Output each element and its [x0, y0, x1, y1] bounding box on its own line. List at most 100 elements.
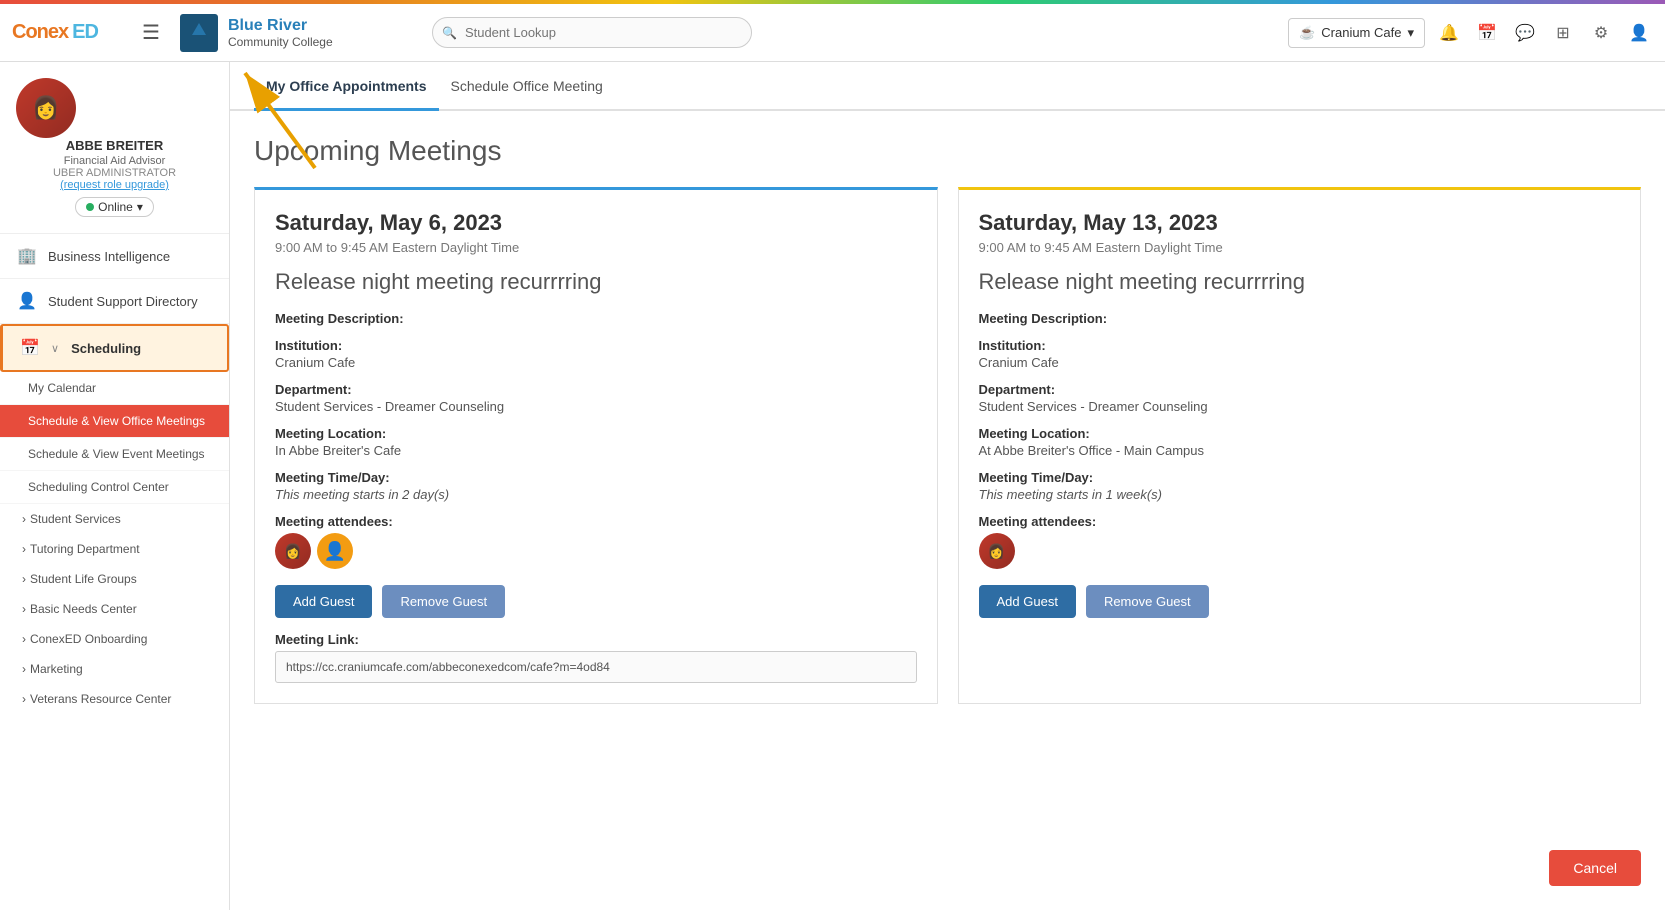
meeting-1-attendees-label: Meeting attendees: [275, 514, 917, 529]
subsection-student-services[interactable]: › Student Services [0, 504, 229, 534]
main-content: My Office Appointments Schedule Office M… [230, 62, 1665, 910]
avatar: 👩 [16, 78, 76, 138]
meeting-card-2: Saturday, May 13, 2023 9:00 AM to 9:45 A… [958, 187, 1642, 704]
college-name: Blue River Community College [228, 16, 333, 50]
meeting-1-department-label: Department: [275, 382, 917, 397]
sidebar-item-business-intelligence[interactable]: 🏢 Business Intelligence [0, 234, 229, 279]
profile-admin: UBER ADMINISTRATOR [16, 167, 213, 179]
conexed-logo: ConexED [12, 21, 122, 44]
cranium-cafe-button[interactable]: ☕ Cranium Cafe ▾ [1288, 18, 1425, 48]
sidebar-item-label-scheduling: Scheduling [71, 341, 141, 356]
notifications-icon[interactable]: 🔔 [1435, 19, 1463, 47]
meeting-1-link-section: Meeting Link: [275, 632, 917, 683]
meeting-1-timday-value: This meeting starts in 2 day(s) [275, 487, 917, 502]
meeting-2-department-label: Department: [979, 382, 1621, 397]
subsection-tutoring-dept[interactable]: › Tutoring Department [0, 534, 229, 564]
meeting-2-department-value: Student Services - Dreamer Counseling [979, 399, 1621, 414]
attendee-avatar-1: 👩 [275, 533, 311, 569]
meeting-1-timday-label: Meeting Time/Day: [275, 470, 917, 485]
meeting-1-title: Release night meeting recurrrring [275, 269, 917, 295]
meeting-2-btn-row: Add Guest Remove Guest [979, 585, 1621, 618]
meeting-1-btn-row: Add Guest Remove Guest [275, 585, 917, 618]
meeting-2-location-label: Meeting Location: [979, 426, 1621, 441]
meeting-2-attendees-label: Meeting attendees: [979, 514, 1621, 529]
profile-role: Financial Aid Advisor [16, 155, 213, 167]
page-title: Upcoming Meetings [254, 135, 1641, 167]
meeting-1-timday-field: Meeting Time/Day: This meeting starts in… [275, 470, 917, 502]
business-intelligence-icon: 🏢 [16, 245, 38, 267]
meeting-2-location-field: Meeting Location: At Abbe Breiter's Offi… [979, 426, 1621, 458]
subsection-basic-needs[interactable]: › Basic Needs Center [0, 594, 229, 624]
meeting-2-date: Saturday, May 13, 2023 [979, 210, 1621, 236]
status-chevron: ▾ [137, 200, 143, 214]
chat-icon[interactable]: 💬 [1511, 19, 1539, 47]
meeting-1-attendees-field: Meeting attendees: 👩 👤 [275, 514, 917, 569]
search-input[interactable] [432, 17, 752, 48]
meeting-2-time: 9:00 AM to 9:45 AM Eastern Daylight Time [979, 240, 1621, 255]
subnav-schedule-view-event[interactable]: Schedule & View Event Meetings [0, 438, 229, 471]
subnav-scheduling-control-center[interactable]: Scheduling Control Center [0, 471, 229, 504]
cancel-button[interactable]: Cancel [1549, 850, 1641, 886]
add-guest-button-1[interactable]: Add Guest [275, 585, 372, 618]
remove-guest-button-1[interactable]: Remove Guest [382, 585, 505, 618]
college-logo-icon [180, 14, 218, 52]
subsection-conexed-onboarding[interactable]: › ConexED Onboarding [0, 624, 229, 654]
student-search-wrap [432, 17, 752, 48]
meeting-1-description-label: Meeting Description: [275, 311, 917, 326]
subnav-schedule-view-office[interactable]: Schedule & View Office Meetings [0, 405, 229, 438]
user-icon[interactable]: 👤 [1625, 19, 1653, 47]
cranium-icon: ☕ [1299, 25, 1315, 41]
meeting-2-description-field: Meeting Description: [979, 311, 1621, 326]
meeting-2-title: Release night meeting recurrrring [979, 269, 1621, 295]
meeting-2-timday-field: Meeting Time/Day: This meeting starts in… [979, 470, 1621, 502]
status-dot [86, 203, 94, 211]
settings-icon[interactable]: ⚙ [1587, 19, 1615, 47]
meeting-2-attendees-field: Meeting attendees: 👩 [979, 514, 1621, 569]
tab-schedule-office-meeting[interactable]: Schedule Office Meeting [439, 62, 615, 111]
meetings-row: Saturday, May 6, 2023 9:00 AM to 9:45 AM… [254, 187, 1641, 704]
meeting-2-department-field: Department: Student Services - Dreamer C… [979, 382, 1621, 414]
meeting-1-department-value: Student Services - Dreamer Counseling [275, 399, 917, 414]
remove-guest-button-2[interactable]: Remove Guest [1086, 585, 1209, 618]
sidebar-item-label-support: Student Support Directory [48, 294, 198, 309]
sidebar: 👩 ABBE BREITER Financial Aid Advisor UBE… [0, 62, 230, 910]
grid-icon[interactable]: ⊞ [1549, 19, 1577, 47]
meeting-2-institution-label: Institution: [979, 338, 1621, 353]
meeting-2-description-label: Meeting Description: [979, 311, 1621, 326]
page-body: Upcoming Meetings Saturday, May 6, 2023 … [230, 111, 1665, 728]
meeting-1-location-value: In Abbe Breiter's Cafe [275, 443, 917, 458]
sidebar-item-student-support[interactable]: 👤 Student Support Directory [0, 279, 229, 324]
meeting-1-time: 9:00 AM to 9:45 AM Eastern Daylight Time [275, 240, 917, 255]
meeting-1-institution-value: Cranium Cafe [275, 355, 917, 370]
meeting-1-description-field: Meeting Description: [275, 311, 917, 326]
sidebar-item-label-bi: Business Intelligence [48, 249, 170, 264]
meeting-1-link-input[interactable] [275, 651, 917, 683]
meeting-1-location-field: Meeting Location: In Abbe Breiter's Cafe [275, 426, 917, 458]
subsection-student-life[interactable]: › Student Life Groups [0, 564, 229, 594]
scheduling-icon: 📅 [19, 337, 41, 359]
cranium-label: Cranium Cafe [1321, 25, 1401, 40]
meeting-1-institution-field: Institution: Cranium Cafe [275, 338, 917, 370]
attendee-avatar-2: 👩 [979, 533, 1015, 569]
cancel-btn-wrap: Cancel [1549, 850, 1641, 886]
meeting-1-date: Saturday, May 6, 2023 [275, 210, 917, 236]
meeting-2-institution-value: Cranium Cafe [979, 355, 1621, 370]
student-support-icon: 👤 [16, 290, 38, 312]
tab-my-office-appointments[interactable]: My Office Appointments [254, 62, 439, 111]
add-guest-button-2[interactable]: Add Guest [979, 585, 1076, 618]
subnav-my-calendar[interactable]: My Calendar [0, 372, 229, 405]
meeting-1-institution-label: Institution: [275, 338, 917, 353]
sidebar-profile: 👩 ABBE BREITER Financial Aid Advisor UBE… [0, 62, 229, 234]
request-role-link[interactable]: (request role upgrade) [16, 179, 213, 191]
subsection-marketing[interactable]: › Marketing [0, 654, 229, 684]
meeting-2-timday-label: Meeting Time/Day: [979, 470, 1621, 485]
status-badge[interactable]: Online ▾ [75, 197, 154, 217]
meeting-1-attendees-row: 👩 👤 [275, 533, 917, 569]
meeting-1-link-label: Meeting Link: [275, 632, 917, 647]
sidebar-item-scheduling[interactable]: 📅 ∨ Scheduling [0, 324, 229, 372]
topbar-right-actions: ☕ Cranium Cafe ▾ 🔔 📅 💬 ⊞ ⚙ 👤 [1288, 18, 1653, 48]
subsection-veterans[interactable]: › Veterans Resource Center [0, 684, 229, 714]
hamburger-menu[interactable]: ☰ [134, 16, 168, 49]
main-layout: 👩 ABBE BREITER Financial Aid Advisor UBE… [0, 62, 1665, 910]
calendar-icon[interactable]: 📅 [1473, 19, 1501, 47]
